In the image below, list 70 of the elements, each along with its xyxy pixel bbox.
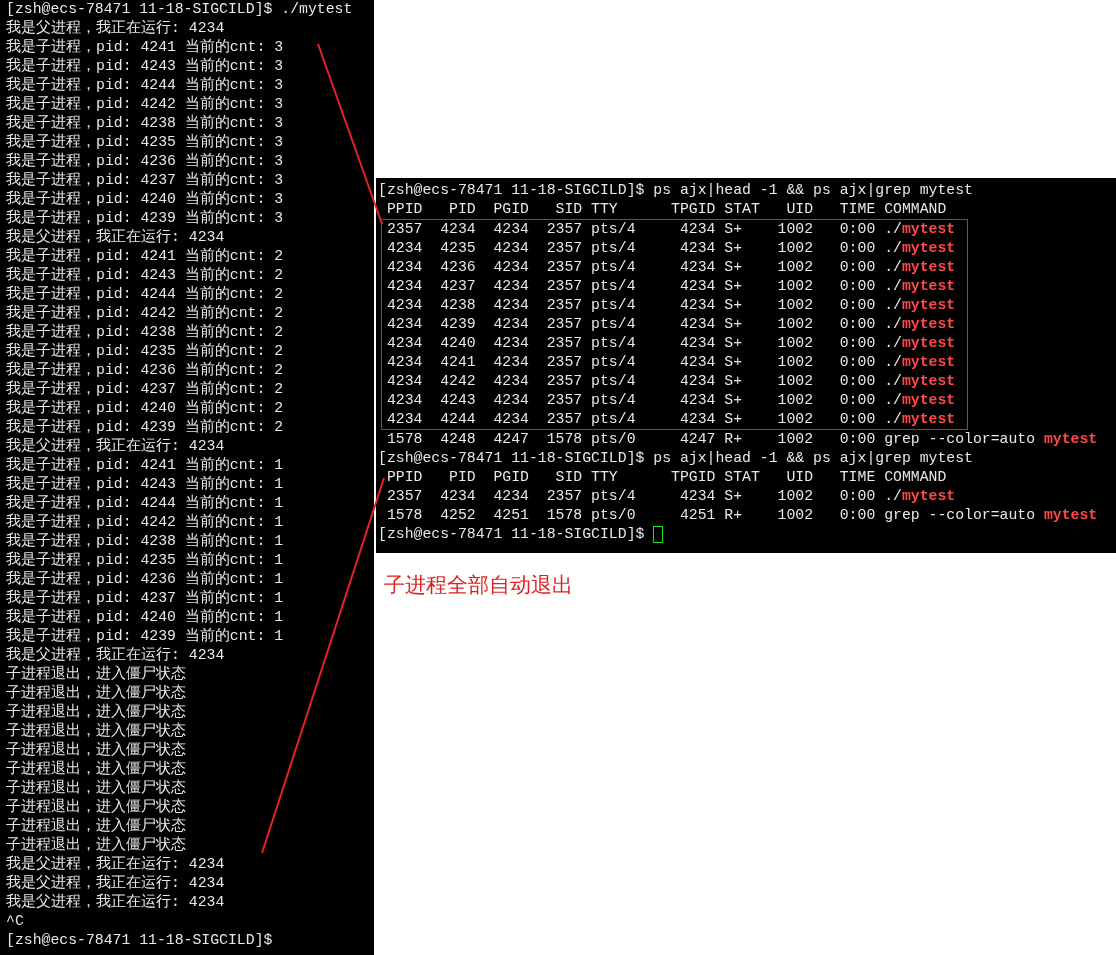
process-row-text: 4234 4240 4234 2357 pts/4 4234 S+ 1002 0:00 ./mytest — [385, 334, 956, 353]
terminal-line: 我是父进程，我正在运行: 4234 — [6, 19, 225, 38]
process-row-text: 2357 4234 4234 2357 pts/4 4234 S+ 1002 0:00 ./mytest — [385, 487, 956, 506]
terminal-line: 我是子进程，pid: 4244 当前的cnt: 3 — [6, 76, 284, 95]
terminal-line: 子进程退出，进入僵尸状态 — [6, 836, 186, 855]
process-row-text: 4234 4243 4234 2357 pts/4 4234 S+ 1002 0:00 ./mytest — [385, 391, 956, 410]
process-row-text: 4234 4244 4234 2357 pts/4 4234 S+ 1002 0:00 ./mytest — [385, 410, 956, 429]
terminal-line: 我是子进程，pid: 4244 当前的cnt: 2 — [6, 285, 284, 304]
terminal-line: 我是子进程，pid: 4238 当前的cnt: 1 — [6, 532, 284, 551]
process-row-text: 2357 4234 4234 2357 pts/4 4234 S+ 1002 0:00 ./mytest — [385, 220, 956, 239]
terminal-line: 子进程退出，进入僵尸状态 — [6, 779, 186, 798]
terminal-line: 我是子进程，pid: 4243 当前的cnt: 1 — [6, 475, 284, 494]
process-row-text: 4234 4235 4234 2357 pts/4 4234 S+ 1002 0:00 ./mytest — [385, 239, 956, 258]
terminal-line: 我是子进程，pid: 4240 当前的cnt: 1 — [6, 608, 284, 627]
terminal-line: [zsh@ecs-78471 11-18-SIGCILD]$ — [6, 931, 273, 950]
terminal-line: 我是子进程，pid: 4237 当前的cnt: 3 — [6, 171, 284, 190]
terminal-line: 我是子进程，pid: 4240 当前的cnt: 2 — [6, 399, 284, 418]
process-row-text: 1578 4248 4247 1578 pts/0 4247 R+ 1002 0:00 grep --color=auto mytest — [385, 430, 1098, 449]
terminal-line: 我是子进程，pid: 4241 当前的cnt: 1 — [6, 456, 284, 475]
terminal-line: 我是父进程，我正在运行: 4234 — [6, 855, 225, 874]
terminal-line: 我是子进程，pid: 4241 当前的cnt: 3 — [6, 38, 284, 57]
process-row-text: 1578 4252 4251 1578 pts/0 4251 R+ 1002 0:00 grep --color=auto mytest — [385, 506, 1098, 525]
table-header: PPID PID PGID SID TTY TPGID STAT UID TIME COMMAND — [385, 468, 947, 487]
terminal-line: [zsh@ecs-78471 11-18-SIGCILD]$ ./mytest — [6, 0, 353, 19]
terminal-line: 我是父进程，我正在运行: 4234 — [6, 437, 225, 456]
terminal-line: 子进程退出，进入僵尸状态 — [6, 741, 186, 760]
terminal-line: 我是子进程，pid: 4240 当前的cnt: 3 — [6, 190, 284, 209]
terminal-line: 我是子进程，pid: 4242 当前的cnt: 2 — [6, 304, 284, 323]
terminal-line: 我是子进程，pid: 4235 当前的cnt: 1 — [6, 551, 284, 570]
terminal-line: 子进程退出，进入僵尸状态 — [6, 684, 186, 703]
terminal-line: 子进程退出，进入僵尸状态 — [6, 760, 186, 779]
terminal-line: 我是子进程，pid: 4238 当前的cnt: 2 — [6, 323, 284, 342]
terminal-line: 我是子进程，pid: 4242 当前的cnt: 1 — [6, 513, 284, 532]
annotation-text: 子进程全部自动退出 — [384, 572, 573, 599]
table-header: PPID PID PGID SID TTY TPGID STAT UID TIME COMMAND — [385, 200, 947, 219]
terminal-line: 我是父进程，我正在运行: 4234 — [6, 893, 225, 912]
terminal-line: 我是子进程，pid: 4235 当前的cnt: 2 — [6, 342, 284, 361]
terminal-line: 我是子进程，pid: 4241 当前的cnt: 2 — [6, 247, 284, 266]
terminal-line: 我是子进程，pid: 4236 当前的cnt: 1 — [6, 570, 284, 589]
terminal-line: 我是子进程，pid: 4244 当前的cnt: 1 — [6, 494, 284, 513]
process-row-text: 4234 4237 4234 2357 pts/4 4234 S+ 1002 0:00 ./mytest — [385, 277, 956, 296]
terminal-line: 我是子进程，pid: 4236 当前的cnt: 2 — [6, 361, 284, 380]
terminal-line: [zsh@ecs-78471 11-18-SIGCILD]$ ps ajx|head -1 && ps ajx|grep mytest — [378, 181, 973, 200]
process-row-text: 4234 4239 4234 2357 pts/4 4234 S+ 1002 0:00 ./mytest — [385, 315, 956, 334]
terminal-line: 我是子进程，pid: 4235 当前的cnt: 3 — [6, 133, 284, 152]
terminal-line: 子进程退出，进入僵尸状态 — [6, 665, 186, 684]
terminal-line: 我是父进程，我正在运行: 4234 — [6, 874, 225, 893]
terminal-line: 我是子进程，pid: 4238 当前的cnt: 3 — [6, 114, 284, 133]
terminal-line: [zsh@ecs-78471 11-18-SIGCILD]$ — [378, 525, 646, 544]
terminal-line: 子进程退出，进入僵尸状态 — [6, 817, 186, 836]
terminal-line: 我是子进程，pid: 4237 当前的cnt: 1 — [6, 589, 284, 608]
terminal-line: 我是子进程，pid: 4239 当前的cnt: 1 — [6, 627, 284, 646]
terminal-line: 我是子进程，pid: 4239 当前的cnt: 2 — [6, 418, 284, 437]
terminal-line: 我是子进程，pid: 4239 当前的cnt: 3 — [6, 209, 284, 228]
terminal-line: [zsh@ecs-78471 11-18-SIGCILD]$ ps ajx|head -1 && ps ajx|grep mytest — [378, 449, 973, 468]
process-row-text: 4234 4242 4234 2357 pts/4 4234 S+ 1002 0:00 ./mytest — [385, 372, 956, 391]
process-row-text: 4234 4241 4234 2357 pts/4 4234 S+ 1002 0:00 ./mytest — [385, 353, 956, 372]
terminal-line: 我是子进程，pid: 4242 当前的cnt: 3 — [6, 95, 284, 114]
terminal-line: 我是子进程，pid: 4243 当前的cnt: 3 — [6, 57, 284, 76]
terminal-line: 我是子进程，pid: 4237 当前的cnt: 2 — [6, 380, 284, 399]
terminal-line: 我是父进程，我正在运行: 4234 — [6, 646, 225, 665]
terminal-line: 子进程退出，进入僵尸状态 — [6, 722, 186, 741]
process-row-text: 4234 4236 4234 2357 pts/4 4234 S+ 1002 0:00 ./mytest — [385, 258, 956, 277]
terminal-line: 子进程退出，进入僵尸状态 — [6, 798, 186, 817]
process-row-text: 4234 4238 4234 2357 pts/4 4234 S+ 1002 0:00 ./mytest — [385, 296, 956, 315]
terminal-line: ^C — [6, 912, 24, 931]
terminal-line: 我是父进程，我正在运行: 4234 — [6, 228, 225, 247]
terminal-line: 我是子进程，pid: 4236 当前的cnt: 3 — [6, 152, 284, 171]
terminal-line: 我是子进程，pid: 4243 当前的cnt: 2 — [6, 266, 284, 285]
terminal-line: 子进程退出，进入僵尸状态 — [6, 703, 186, 722]
